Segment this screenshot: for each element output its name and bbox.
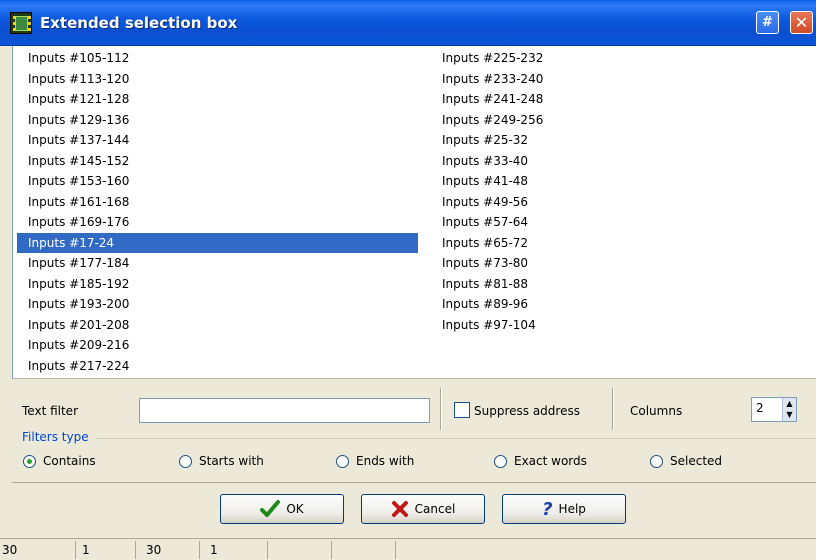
list-item[interactable]: Inputs #177-184 <box>17 253 418 274</box>
text-filter-label: Text filter <box>22 404 78 418</box>
list-item[interactable]: Inputs #105-112 <box>17 48 418 69</box>
list-item[interactable]: Inputs #249-256 <box>431 110 811 131</box>
text-filter-input[interactable] <box>139 398 430 423</box>
list-item[interactable]: Inputs #241-248 <box>431 89 811 110</box>
list-item[interactable]: Inputs #145-152 <box>17 151 418 172</box>
status-cell-empty <box>272 541 332 559</box>
filter-panel: Text filter Suppress address Columns 2 ▲… <box>12 380 816 483</box>
list-item[interactable]: Inputs #89-96 <box>431 294 811 315</box>
ok-label: OK <box>286 502 304 516</box>
list-item[interactable]: Inputs #41-48 <box>431 171 811 192</box>
radio-label: Starts with <box>199 454 264 468</box>
cancel-button[interactable]: Cancel <box>361 494 485 524</box>
radio-dot-icon <box>494 454 507 468</box>
radio-dot-icon <box>23 454 36 468</box>
suppress-address-label: Suppress address <box>474 404 580 418</box>
spin-down-icon[interactable]: ▼ <box>783 409 796 420</box>
cross-icon <box>391 501 408 517</box>
radio-contains[interactable]: Contains <box>23 454 96 468</box>
list-item[interactable]: Inputs #169-176 <box>17 212 418 233</box>
suppress-address-checkbox[interactable] <box>454 402 470 418</box>
spin-up-icon[interactable]: ▲ <box>783 398 796 409</box>
list-item[interactable]: Inputs #121-128 <box>17 89 418 110</box>
checkmark-icon <box>260 500 281 517</box>
list-item[interactable]: Inputs #65-72 <box>431 233 811 254</box>
list-item[interactable]: Inputs #73-80 <box>431 253 811 274</box>
list-item[interactable]: Inputs #97-104 <box>431 315 811 336</box>
list-item[interactable]: Inputs #153-160 <box>17 171 418 192</box>
group-line <box>96 438 816 439</box>
title-bar: Extended selection box # ✕ <box>0 0 816 46</box>
divider <box>440 388 442 430</box>
divider <box>612 388 614 430</box>
list-item[interactable]: Inputs #201-208 <box>17 315 418 336</box>
list-item[interactable]: Inputs #81-88 <box>431 274 811 295</box>
list-item[interactable]: Inputs #49-56 <box>431 192 811 213</box>
cancel-label: Cancel <box>414 502 456 516</box>
list-item[interactable]: Inputs #217-224 <box>17 356 418 377</box>
radio-dot-icon <box>179 454 192 468</box>
list-item[interactable]: Inputs #129-136 <box>17 110 418 131</box>
hash-button[interactable]: # <box>756 11 779 34</box>
status-cell: 30 <box>144 541 200 559</box>
radio-label: Exact words <box>514 454 587 468</box>
radio-dot-icon <box>336 454 349 468</box>
ok-button[interactable]: OK <box>220 494 344 524</box>
list-item[interactable]: Inputs #233-240 <box>431 69 811 90</box>
status-cell: 1 <box>80 541 136 559</box>
columns-spinner[interactable]: ▲ ▼ <box>782 398 796 421</box>
help-label: Help <box>558 502 586 516</box>
left-gutter <box>0 46 12 538</box>
list-item[interactable]: Inputs #193-200 <box>17 294 418 315</box>
list-column-right: Inputs #225-232 Inputs #233-240 Inputs #24… <box>431 48 811 335</box>
list-column-left: Inputs #105-112 Inputs #113-120 Inputs #12… <box>17 48 418 376</box>
help-button[interactable]: ? Help <box>502 494 626 524</box>
filters-type-label: Filters type <box>22 430 89 444</box>
list-item[interactable]: Inputs #161-168 <box>17 192 418 213</box>
columns-label: Columns <box>630 404 683 418</box>
app-icon <box>10 12 32 34</box>
list-item[interactable]: Inputs #113-120 <box>17 69 418 90</box>
status-cell: 30 <box>0 541 76 559</box>
radio-exact-words[interactable]: Exact words <box>494 454 587 468</box>
window-title: Extended selection box <box>40 14 238 32</box>
list-item[interactable]: Inputs #137-144 <box>17 130 418 151</box>
radio-label: Ends with <box>356 454 415 468</box>
status-bar: 30 1 30 1 <box>0 538 816 560</box>
status-cell: 1 <box>208 541 268 559</box>
list-item[interactable]: Inputs #209-216 <box>17 335 418 356</box>
list-item[interactable]: Inputs #33-40 <box>431 151 811 172</box>
radio-label: Selected <box>670 454 723 468</box>
radio-selected[interactable]: Selected <box>650 454 722 468</box>
selection-list[interactable]: Inputs #105-112 Inputs #113-120 Inputs #12… <box>12 46 816 379</box>
question-icon: ? <box>542 498 553 520</box>
list-item[interactable]: Inputs #17-24 <box>17 232 418 253</box>
close-button[interactable]: ✕ <box>790 11 813 34</box>
list-item[interactable]: Inputs #185-192 <box>17 274 418 295</box>
radio-ends-with[interactable]: Ends with <box>336 454 414 468</box>
status-cell-empty <box>336 541 396 559</box>
list-item[interactable]: Inputs #225-232 <box>431 48 811 69</box>
button-bar: OK Cancel ? Help <box>12 484 816 538</box>
list-item[interactable]: Inputs #25-32 <box>431 130 811 151</box>
radio-starts-with[interactable]: Starts with <box>179 454 264 468</box>
list-item[interactable]: Inputs #57-64 <box>431 212 811 233</box>
radio-dot-icon <box>650 454 663 468</box>
radio-label: Contains <box>43 454 96 468</box>
